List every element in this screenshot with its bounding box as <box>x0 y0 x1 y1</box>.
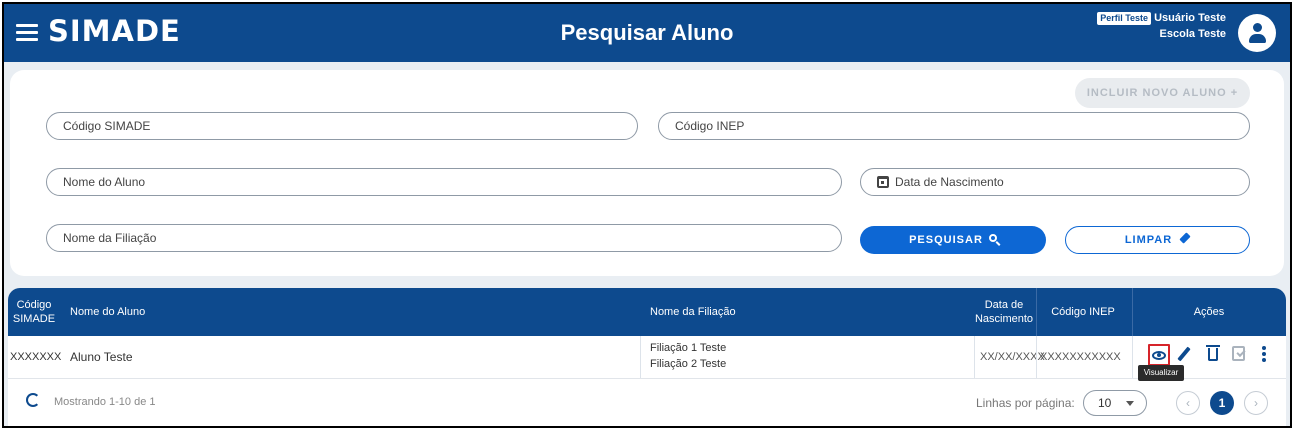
menu-icon[interactable] <box>16 24 38 42</box>
rows-per-page-select[interactable]: 10 <box>1083 390 1147 416</box>
col-nome-aluno[interactable]: Nome do Aluno <box>70 305 145 319</box>
prev-page-button[interactable]: ‹ <box>1176 391 1200 415</box>
col-data-nasc-line2: Nascimento <box>974 313 1034 325</box>
data-nascimento-placeholder: Data de Nascimento <box>895 175 1004 189</box>
rows-per-page-value: 10 <box>1098 396 1112 410</box>
clear-button-label: LIMPAR <box>1124 234 1173 246</box>
view-tooltip: Visualizar <box>1138 365 1184 381</box>
table-header: Código SIMADE Nome do Aluno Nome da Fili… <box>8 288 1286 336</box>
filter-card: INCLUIR NOVO ALUNO + Data de Nascimento … <box>10 70 1284 276</box>
next-page-button[interactable]: › <box>1244 391 1268 415</box>
top-bar: SIMADE Pesquisar Aluno Perfil Teste Usuár… <box>4 4 1290 62</box>
clear-button[interactable]: LIMPAR <box>1065 226 1250 254</box>
cell-codigo-simade: XXXXXXX <box>10 351 62 363</box>
col-codigo-simade-line1: Código <box>16 299 52 311</box>
codigo-inep-input[interactable] <box>675 114 1192 138</box>
nome-aluno-field[interactable] <box>46 168 842 196</box>
current-page-button[interactable]: 1 <box>1210 391 1234 415</box>
col-codigo-inep[interactable]: Código INEP <box>1040 305 1126 319</box>
refresh-icon[interactable] <box>26 393 40 407</box>
col-codigo-simade-line2: SIMADE <box>12 313 56 325</box>
col-data-nasc-line1: Data de <box>984 299 1024 311</box>
row-divider <box>974 336 975 378</box>
row-divider <box>1036 336 1037 378</box>
row-divider <box>640 336 641 378</box>
data-nascimento-field[interactable]: Data de Nascimento <box>860 168 1250 196</box>
chevron-down-icon <box>1126 401 1134 406</box>
header-divider <box>1036 288 1037 336</box>
eraser-icon <box>1179 232 1191 244</box>
rows-per-page-label: Linhas por página: <box>976 396 1075 410</box>
col-data-nascimento[interactable]: Data de Nascimento <box>974 298 1034 326</box>
cell-codigo-inep: XXXXXXXXXXX <box>1040 351 1121 363</box>
cell-filiacao-2: Filiação 2 Teste <box>650 358 727 370</box>
school-name: Escola Teste <box>1159 28 1226 40</box>
user-name: Usuário Teste <box>1154 12 1226 24</box>
showing-count: Mostrando 1-10 de 1 <box>54 396 156 408</box>
view-eye-icon[interactable] <box>1148 344 1170 366</box>
cell-filiacao-1: Filiação 1 Teste <box>650 342 727 354</box>
cell-filiacao: Filiação 1 Teste Filiação 2 Teste <box>650 340 726 372</box>
user-info: Perfil Teste Usuário Teste Escola Teste <box>1097 10 1226 42</box>
row-divider <box>1132 336 1133 378</box>
header-divider <box>1132 288 1133 336</box>
profile-badge[interactable]: Perfil Teste <box>1097 12 1152 25</box>
delete-trash-icon[interactable] <box>1206 345 1220 361</box>
kebab-menu-icon[interactable] <box>1262 346 1266 362</box>
col-codigo-simade[interactable]: Código SIMADE <box>12 298 56 326</box>
include-new-student-button[interactable]: INCLUIR NOVO ALUNO + <box>1075 78 1250 108</box>
user-avatar-icon[interactable] <box>1238 14 1276 52</box>
nome-filiacao-input[interactable] <box>63 226 764 250</box>
codigo-simade-field[interactable] <box>46 112 638 140</box>
search-button-label: PESQUISAR <box>909 234 983 246</box>
codigo-inep-field[interactable] <box>658 112 1250 140</box>
codigo-simade-input[interactable] <box>63 114 580 138</box>
col-nome-filiacao[interactable]: Nome da Filiação <box>650 305 736 319</box>
edit-pencil-icon[interactable] <box>1177 346 1191 362</box>
checklist-icon[interactable] <box>1232 346 1245 361</box>
table-footer: Mostrando 1-10 de 1 Linhas por página: 1… <box>8 378 1286 426</box>
col-acoes: Ações <box>1193 306 1225 318</box>
search-button[interactable]: PESQUISAR <box>860 226 1046 254</box>
nome-filiacao-field[interactable] <box>46 224 842 252</box>
app-frame: SIMADE Pesquisar Aluno Perfil Teste Usuár… <box>2 2 1292 428</box>
calendar-icon <box>877 175 889 188</box>
search-icon <box>988 234 997 243</box>
cell-nome-aluno: Aluno Teste <box>70 350 133 364</box>
app-logo: SIMADE <box>48 14 181 48</box>
table-row[interactable]: XXXXXXX Aluno Teste Filiação 1 Teste Fil… <box>8 336 1286 378</box>
nome-aluno-input[interactable] <box>63 170 764 194</box>
